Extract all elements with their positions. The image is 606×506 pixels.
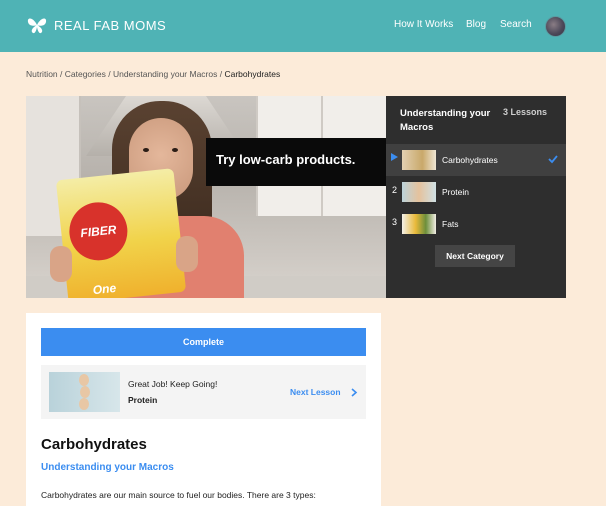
next-category-button[interactable]: Next Category (435, 245, 515, 267)
breadcrumb-understanding-macros[interactable]: Understanding your Macros (113, 69, 217, 79)
product-package: FIBER One (55, 168, 187, 298)
breadcrumb-current: Carbohydrates (224, 69, 281, 79)
site-header: REAL FAB MOMS How It Works Blog Search (0, 0, 606, 52)
breadcrumb-separator: / (105, 69, 113, 79)
breadcrumb-categories[interactable]: Categories (65, 69, 106, 79)
lesson-thumbnail (402, 182, 436, 202)
nav-search[interactable]: Search (500, 19, 532, 30)
lesson-thumbnail (402, 150, 436, 170)
lesson-label: Fats (442, 219, 459, 229)
panel-title: Understanding your Macros (400, 108, 491, 133)
breadcrumb-nutrition[interactable]: Nutrition (26, 69, 58, 79)
complete-button[interactable]: Complete (41, 328, 366, 356)
lesson-category-link[interactable]: Understanding your Macros (41, 462, 174, 473)
lesson-body-text: Carbohydrates are our main source to fue… (41, 490, 316, 500)
avatar[interactable] (545, 16, 566, 37)
lesson-thumbnail (402, 214, 436, 234)
package-logo: FIBER One (66, 199, 131, 297)
butterfly-icon (27, 18, 47, 34)
lesson-count: 3 Lessons (503, 107, 548, 117)
lesson-content-card: Complete Great Job! Keep Going! Protein … (26, 313, 381, 506)
lesson-item-protein[interactable]: 2 Protein (386, 176, 566, 208)
logo-text: REAL FAB MOMS (54, 17, 167, 33)
next-lesson-message: Great Job! Keep Going! (128, 379, 218, 389)
nav-how-it-works[interactable]: How It Works (394, 19, 453, 30)
chevron-right-icon[interactable] (350, 388, 358, 397)
next-lesson-thumbnail (49, 372, 120, 412)
presenter-hand (50, 246, 72, 282)
video-player[interactable]: FIBER One Try low-carb products. (26, 96, 386, 298)
logo[interactable]: REAL FAB MOMS (27, 15, 166, 35)
lesson-number: 2 (392, 185, 398, 195)
next-lesson-link[interactable]: Next Lesson (290, 387, 341, 397)
egg-shape (79, 374, 89, 386)
presenter-eye (143, 148, 149, 152)
play-icon (391, 153, 398, 161)
lesson-item-fats[interactable]: 3 Fats (386, 208, 566, 240)
check-icon (548, 155, 558, 164)
video-caption: Try low-carb products. (206, 138, 386, 186)
egg-shape (79, 398, 89, 410)
lesson-item-carbohydrates[interactable]: Carbohydrates (386, 144, 566, 176)
breadcrumb: Nutrition / Categories / Understanding y… (26, 69, 280, 79)
next-lesson-box: Great Job! Keep Going! Protein Next Less… (41, 365, 366, 419)
presenter-hand (176, 236, 198, 272)
lesson-number: 3 (392, 217, 398, 227)
egg-shape (80, 386, 90, 398)
lesson-label: Carbohydrates (442, 155, 498, 165)
breadcrumb-separator: / (57, 69, 65, 79)
lessons-panel: Understanding your Macros 3 Lessons Carb… (386, 96, 566, 298)
presenter-eye (172, 148, 178, 152)
next-lesson-name: Protein (128, 395, 158, 405)
lesson-label: Protein (442, 187, 469, 197)
nav-blog[interactable]: Blog (466, 19, 486, 30)
lesson-title: Carbohydrates (41, 436, 147, 453)
